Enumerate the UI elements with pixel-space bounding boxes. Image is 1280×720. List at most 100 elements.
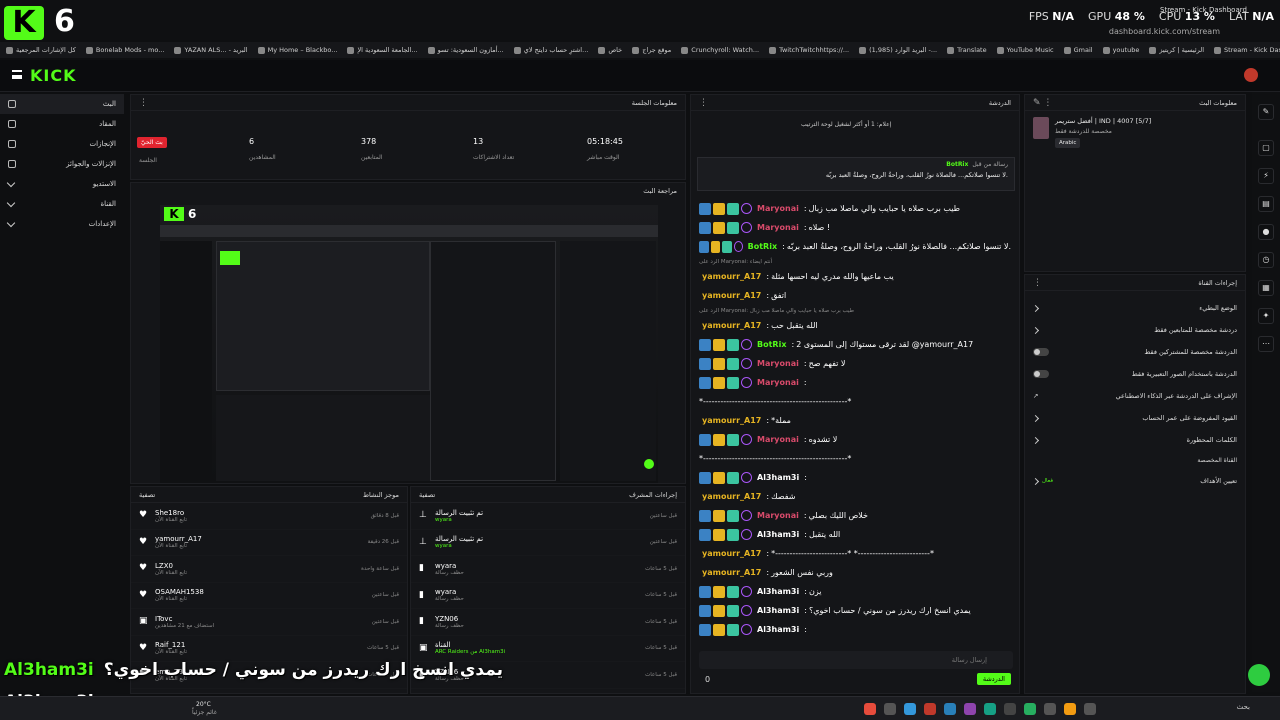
chat-message[interactable]: Al3ham3i:	[691, 620, 1019, 639]
bookmark-item[interactable]: YAZAN ALS... - البريد	[174, 46, 248, 54]
channel-action-item[interactable]: ↗ الإشراف على الدردشة عبر الذكاء الاصطناع…	[1025, 385, 1245, 407]
chat-username[interactable]: Al3ham3i	[757, 606, 799, 615]
bookmark-item[interactable]: YouTube Music	[996, 46, 1054, 54]
bookmark-item[interactable]: الجامعة السعودية الإ...	[347, 46, 418, 54]
chat-more-icon[interactable]: ⋮	[699, 98, 708, 108]
bookmark-item[interactable]: كل الإشارات المرجعية	[6, 46, 76, 54]
chat-message[interactable]: Al3ham3i:	[691, 468, 1019, 487]
chat-username[interactable]: Al3ham3i	[757, 530, 799, 539]
app-icon[interactable]	[984, 703, 996, 715]
channel-action-item[interactable]: الدردشة باستخدام الصور التعبيرية فقط	[1025, 363, 1245, 385]
stream-preview[interactable]: K 6	[160, 205, 658, 483]
chat-username[interactable]: Maryonai	[757, 359, 799, 368]
chat-message[interactable]: Maryonai:	[691, 373, 1019, 392]
help-chat-icon[interactable]	[1248, 664, 1270, 686]
activity-filter-button[interactable]: تصفية	[139, 491, 155, 499]
app-icon[interactable]	[1084, 703, 1096, 715]
channel-action-item[interactable]: دردشة مخصصة للمتابعين فقط	[1025, 319, 1245, 341]
chat-message[interactable]: yamourr_A17: *مملة	[691, 411, 1019, 430]
chat-message[interactable]: BotRix: لقد ترقى مستواك إلى المستوى 2 @ya…	[691, 335, 1019, 354]
app-icon[interactable]	[964, 703, 976, 715]
chat-username[interactable]: Al3ham3i	[757, 473, 799, 482]
wrench-icon[interactable]: ✦	[1258, 308, 1274, 324]
taskbar-search[interactable]: بحث	[1237, 703, 1250, 711]
bookmark-item[interactable]: youtube	[1102, 46, 1139, 54]
chat-message[interactable]: Al3ham3i: يزن	[691, 582, 1019, 601]
chat-username[interactable]: Al3ham3i	[757, 625, 799, 634]
chat-username[interactable]: BotRix	[748, 242, 777, 251]
bookmark-item[interactable]: (1,985) البريد الوارد -...	[859, 46, 937, 54]
address-bar[interactable]: dashboard.kick.com/stream	[1109, 27, 1220, 36]
app-icon[interactable]	[904, 703, 916, 715]
edit-icon[interactable]: ✎ ⋮	[1033, 98, 1052, 108]
chat-username[interactable]: yamourr_A17	[702, 568, 761, 577]
chat-bubble-icon[interactable]: ●	[1258, 224, 1274, 240]
channel-action-item[interactable]: القيود المفروضة على عمر الحساب	[1025, 407, 1245, 429]
chat-message[interactable]: yamourr_A17: *-------------------------* …	[691, 544, 1019, 563]
sidebar-item-6[interactable]: الإعدادات	[0, 214, 124, 234]
bookmark-item[interactable]: Bonelab Mods - mo...	[85, 46, 164, 54]
more-icon[interactable]: ⋮	[139, 98, 148, 108]
pinned-message[interactable]: BotRix رسالة من قبل لا تنسوا صلاتكم... فا…	[697, 157, 1015, 191]
sidebar-item-4[interactable]: الاستديو	[0, 174, 124, 194]
bookmark-item[interactable]: Stream - Kick Dashb...	[1214, 46, 1280, 54]
app-icon[interactable]	[924, 703, 936, 715]
chat-message[interactable]: Maryonai: طيب برب صلاه يا حبايب والي ماصل…	[691, 199, 1019, 218]
toggle-switch[interactable]	[1033, 370, 1049, 378]
sidebar-item-5[interactable]: القناة	[0, 194, 124, 214]
sidebar-item-1[interactable]: المقاد	[0, 114, 124, 134]
chat-message[interactable]: Maryonai: لا تفهم صح	[691, 354, 1019, 373]
bolt-icon[interactable]: ⚡	[1258, 168, 1274, 184]
tool-1-icon[interactable]: ▢	[1258, 140, 1274, 156]
chat-input[interactable]: إرسال رسالة	[699, 651, 1013, 669]
app-icon[interactable]	[1024, 703, 1036, 715]
chat-username[interactable]: yamourr_A17	[702, 272, 761, 281]
app-icon[interactable]	[1044, 703, 1056, 715]
set-goals-item[interactable]: فعال تعيين الأهداف	[1025, 470, 1245, 492]
bookmark-item[interactable]: Gmail	[1063, 46, 1093, 54]
bookmark-item[interactable]: اشترِ حساب دايتج لاي...	[513, 46, 588, 54]
chat-username[interactable]: BotRix	[757, 340, 786, 349]
bookmark-item[interactable]: Translate	[947, 46, 987, 54]
chat-username[interactable]: Maryonai	[757, 435, 799, 444]
timer-icon[interactable]: ◷	[1258, 252, 1274, 268]
bookmark-item[interactable]: TwitchTwitchhttps://...	[769, 46, 849, 54]
chat-message[interactable]: Al3ham3i: الله يتقبل	[691, 525, 1019, 544]
pencil-icon[interactable]: ✎	[1258, 104, 1274, 120]
chat-username[interactable]: Maryonai	[757, 223, 799, 232]
chat-username[interactable]: Maryonai	[757, 511, 799, 520]
sidebar-item-0[interactable]: البث	[0, 94, 124, 114]
kick-logo[interactable]: KICK	[30, 66, 77, 85]
share-icon[interactable]: ⋯	[1258, 336, 1274, 352]
chat-username[interactable]: yamourr_A17	[702, 321, 761, 330]
channel-action-item[interactable]: الوضع البطيء	[1025, 297, 1245, 319]
bookmark-item[interactable]: موقع جراج	[632, 46, 671, 54]
chat-username[interactable]: Maryonai	[757, 378, 799, 387]
chat-username[interactable]: yamourr_A17	[702, 291, 761, 300]
chat-message[interactable]: Maryonai: خلاص الليك بصلي	[691, 506, 1019, 525]
sidebar-item-2[interactable]: الإنجازات	[0, 134, 124, 154]
chat-message[interactable]: Maryonai: صلاه !	[691, 218, 1019, 237]
chat-message[interactable]: yamourr_A17: يب ماعيها والله مدري ليه احس…	[691, 267, 1019, 286]
menu-icon[interactable]	[12, 70, 22, 79]
chat-message[interactable]: yamourr_A17: وربي نفس الشعور	[691, 563, 1019, 582]
send-chat-button[interactable]: الدردشة	[976, 673, 1011, 685]
channel-action-item[interactable]: الكلمات المحظورة	[1025, 429, 1245, 451]
channel-action-item[interactable]: الدردشة مخصصة للمشتركين فقط	[1025, 341, 1245, 363]
chat-message[interactable]: yamourr_A17: شفصك	[691, 487, 1019, 506]
clipboard-icon[interactable]: ▤	[1258, 196, 1274, 212]
chat-message[interactable]: yamourr_A17: الله يتقبل حب	[691, 316, 1019, 335]
bookmark-item[interactable]: خاص	[598, 46, 622, 54]
bookmark-item[interactable]: الرئيسية | كريتيز	[1149, 46, 1204, 54]
app-icon[interactable]	[1004, 703, 1016, 715]
chat-username[interactable]: Maryonai	[757, 204, 799, 213]
app-icon[interactable]	[1064, 703, 1076, 715]
bookmark-item[interactable]: أمازون السعودية: تسو...	[427, 46, 504, 54]
bookmark-item[interactable]: Crunchyroll: Watch...	[681, 46, 759, 54]
chat-username[interactable]: yamourr_A17	[702, 549, 761, 558]
app-icon[interactable]	[884, 703, 896, 715]
app-icon[interactable]	[944, 703, 956, 715]
chat-message[interactable]: Maryonai: لا تشدوه	[691, 430, 1019, 449]
toggle-switch[interactable]	[1033, 348, 1049, 356]
avatar[interactable]	[1244, 68, 1258, 82]
